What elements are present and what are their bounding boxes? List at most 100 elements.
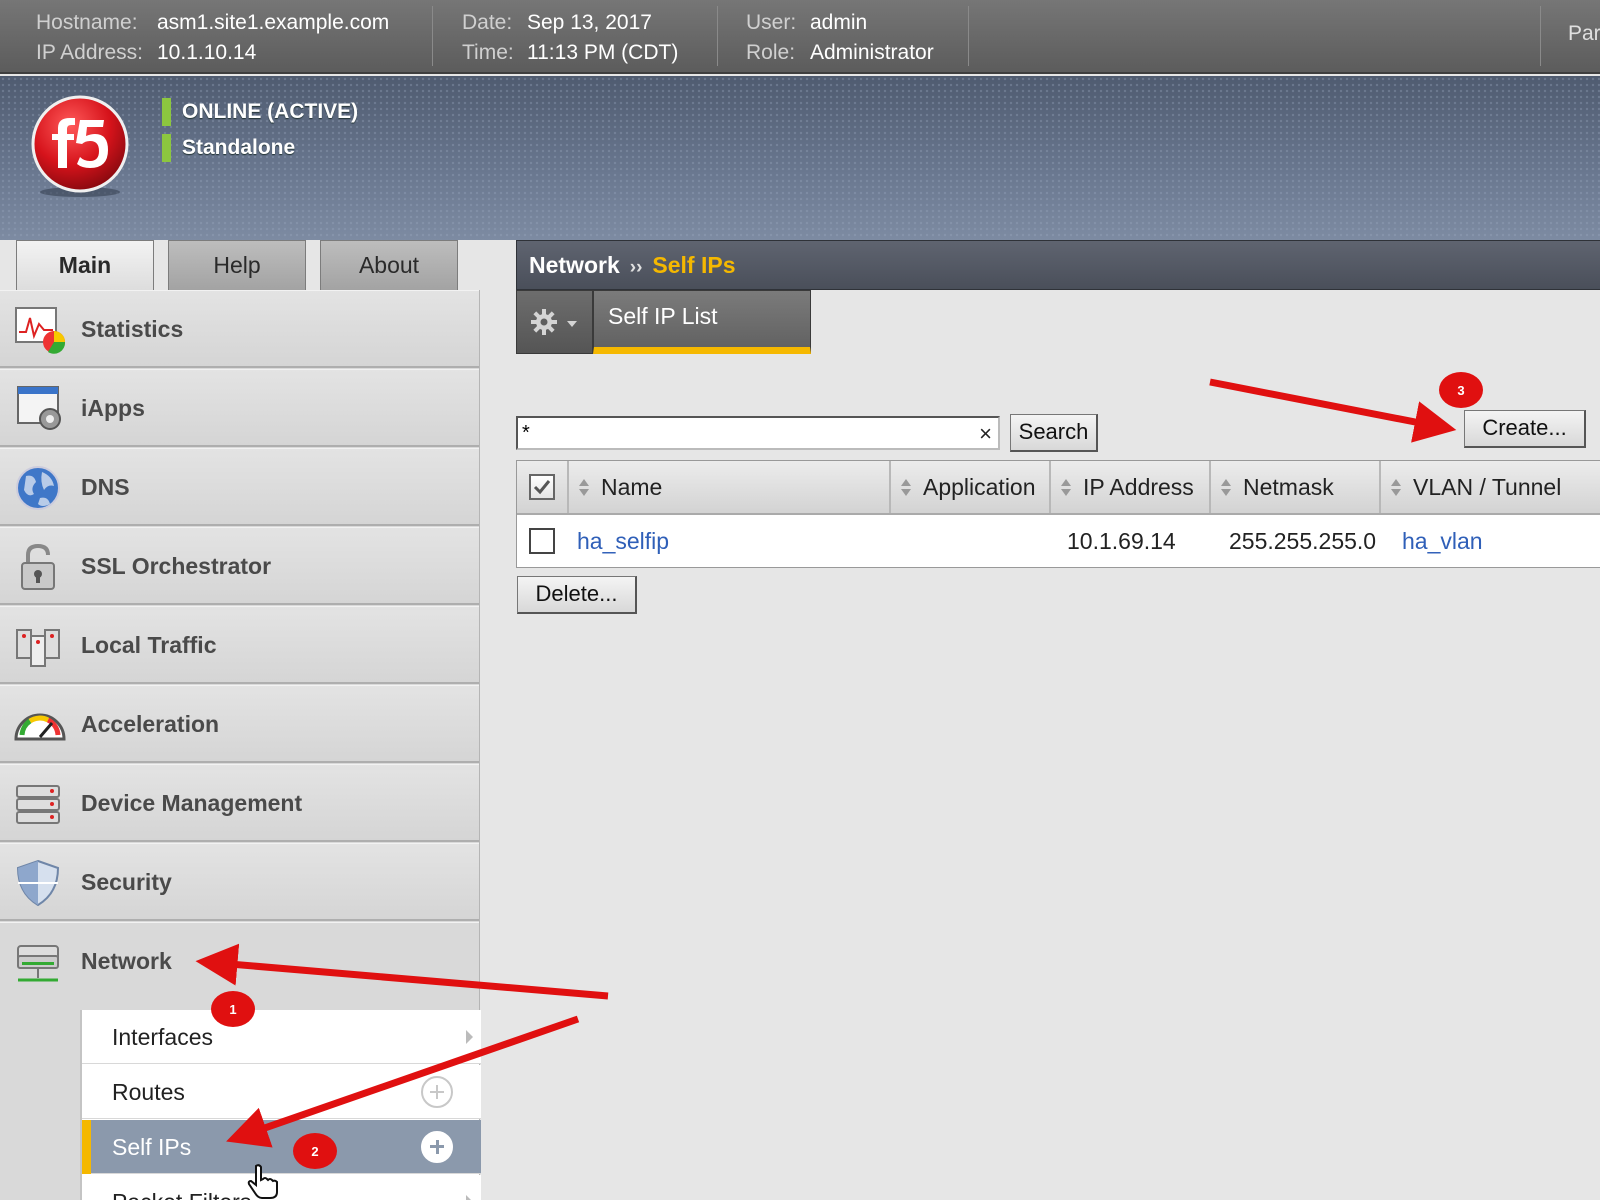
column-name[interactable]: Name [569,461,891,513]
role-label: Role: [746,41,796,64]
nav-item-ssl-orchestrator[interactable]: SSL Orchestrator [0,527,479,605]
create-button[interactable]: Create... [1464,410,1586,448]
nav-item-device-management[interactable]: Device Management [0,764,479,842]
f5-config-utility-window: Hostname: asm1.site1.example.com IP Addre… [0,0,1600,1200]
table-row: ha_selfip 10.1.69.14 255.255.255.0 ha_vl… [517,515,1600,567]
speedometer-icon [14,713,66,741]
statistics-icon [15,307,66,354]
tab-self-ip-list[interactable]: Self IP List [593,290,811,354]
ip-address-value: 10.1.10.14 [157,41,257,64]
network-icon [17,945,59,982]
failover-status: ONLINE (ACTIVE) [162,94,358,130]
host-info: Hostname: asm1.site1.example.com IP Addre… [36,8,389,68]
ip-address-cell: 10.1.69.14 [1067,528,1176,554]
shield-icon [16,859,60,907]
select-all-checkbox[interactable] [529,474,555,500]
search-button[interactable]: Search [1010,414,1098,452]
chevron-right-icon [466,1030,473,1044]
gear-icon [531,309,577,335]
self-ip-table: Name Application IP Address Netmask VLAN… [516,460,1600,568]
f5-logo[interactable] [28,94,132,198]
local-traffic-icon [16,629,60,667]
netmask-cell: 255.255.255.0 [1229,528,1377,554]
tab-help[interactable]: Help [168,240,306,290]
nav-item-network[interactable]: Network [0,922,479,1000]
sort-icon [1061,479,1071,497]
settings-menu-button[interactable] [516,290,593,354]
submenu-label: Packet Filters [112,1175,251,1200]
arrow-to-create [1209,378,1457,443]
submenu-interfaces[interactable]: Interfaces [82,1010,481,1064]
vlan-link[interactable]: ha_vlan [1402,515,1483,567]
sort-icon [1391,479,1401,497]
row-checkbox[interactable] [529,528,555,554]
divider [1540,6,1541,66]
add-icon[interactable] [421,1131,453,1163]
nav-label: Security [81,869,172,895]
date-value: Sep 13, 2017 [527,11,652,34]
iapps-icon [17,386,61,430]
tab-label: Self IP List [608,303,718,329]
submenu-routes[interactable]: Routes [82,1065,481,1119]
nav-item-acceleration[interactable]: Acceleration [0,685,479,763]
table-header: Name Application IP Address Netmask VLAN… [517,461,1600,515]
nav-label: Local Traffic [81,632,217,658]
submenu-self-ips[interactable]: Self IPs [82,1120,481,1174]
time-value: 11:13 PM (CDT) [527,41,679,64]
chevron-down-icon [567,321,577,327]
role-value: Administrator [810,41,934,64]
time-label: Time: [462,41,514,64]
sort-icon [579,479,589,497]
sort-icon [1221,479,1231,497]
search-input[interactable] [522,420,962,446]
globe-icon [16,466,60,510]
chevron-right-icon [466,1195,473,1200]
hand-cursor-icon [247,1164,278,1199]
nav-item-dns[interactable]: DNS [0,448,479,526]
padlock-icon [21,543,55,590]
submenu-label: Routes [112,1079,185,1105]
submenu-label: Interfaces [112,1024,213,1050]
nav-item-security[interactable]: Security [0,843,479,921]
delete-button[interactable]: Delete... [517,576,637,614]
nav-label: iApps [81,395,145,421]
date-label: Date: [462,11,513,34]
self-ip-name-link[interactable]: ha_selfip [577,515,669,567]
user-label: User: [746,11,797,34]
column-label: Application [923,474,1036,500]
hostname-value: asm1.site1.example.com [157,11,390,34]
column-label: Name [601,474,663,500]
submenu-packet-filters[interactable]: Packet Filters [82,1175,481,1200]
column-ip-address[interactable]: IP Address [1051,461,1211,513]
column-label: VLAN / Tunnel [1413,474,1562,500]
column-label: Netmask [1243,474,1334,500]
nav-label: Network [81,948,172,974]
nav-item-statistics[interactable]: Statistics [0,290,479,368]
content-header: Network ›› Self IPs [516,240,1600,290]
breadcrumb: Network ›› Self IPs [529,241,736,292]
header-banner: ONLINE (ACTIVE) Standalone [0,76,1600,240]
breadcrumb-current: Self IPs [652,252,736,278]
sort-icon [901,479,911,497]
datetime-info: Date: Sep 13, 2017 Time: 11:13 PM (CDT) [462,8,678,68]
nav-item-iapps[interactable]: iApps [0,369,479,447]
nav-item-local-traffic[interactable]: Local Traffic [0,606,479,684]
search-field[interactable]: × [516,416,1000,450]
tab-main[interactable]: Main [16,240,154,292]
system-info-bar: Hostname: asm1.site1.example.com IP Addre… [0,0,1600,74]
column-vlan-tunnel[interactable]: VLAN / Tunnel [1381,461,1600,513]
add-icon[interactable] [421,1076,453,1108]
clear-search-icon[interactable]: × [979,421,992,447]
column-netmask[interactable]: Netmask [1211,461,1381,513]
divider [432,6,433,66]
nav-label: Statistics [81,316,184,342]
hostname-label: Hostname: [36,11,138,34]
column-application[interactable]: Application [891,461,1051,513]
tab-about[interactable]: About [320,240,458,290]
breadcrumb-section[interactable]: Network [529,252,620,278]
step-badge-3: 3 [1439,372,1483,408]
svg-text:3: 3 [1457,383,1464,398]
nav-label: SSL Orchestrator [81,553,272,579]
user-value: admin [810,11,868,34]
breadcrumb-separator: ›› [629,257,643,278]
